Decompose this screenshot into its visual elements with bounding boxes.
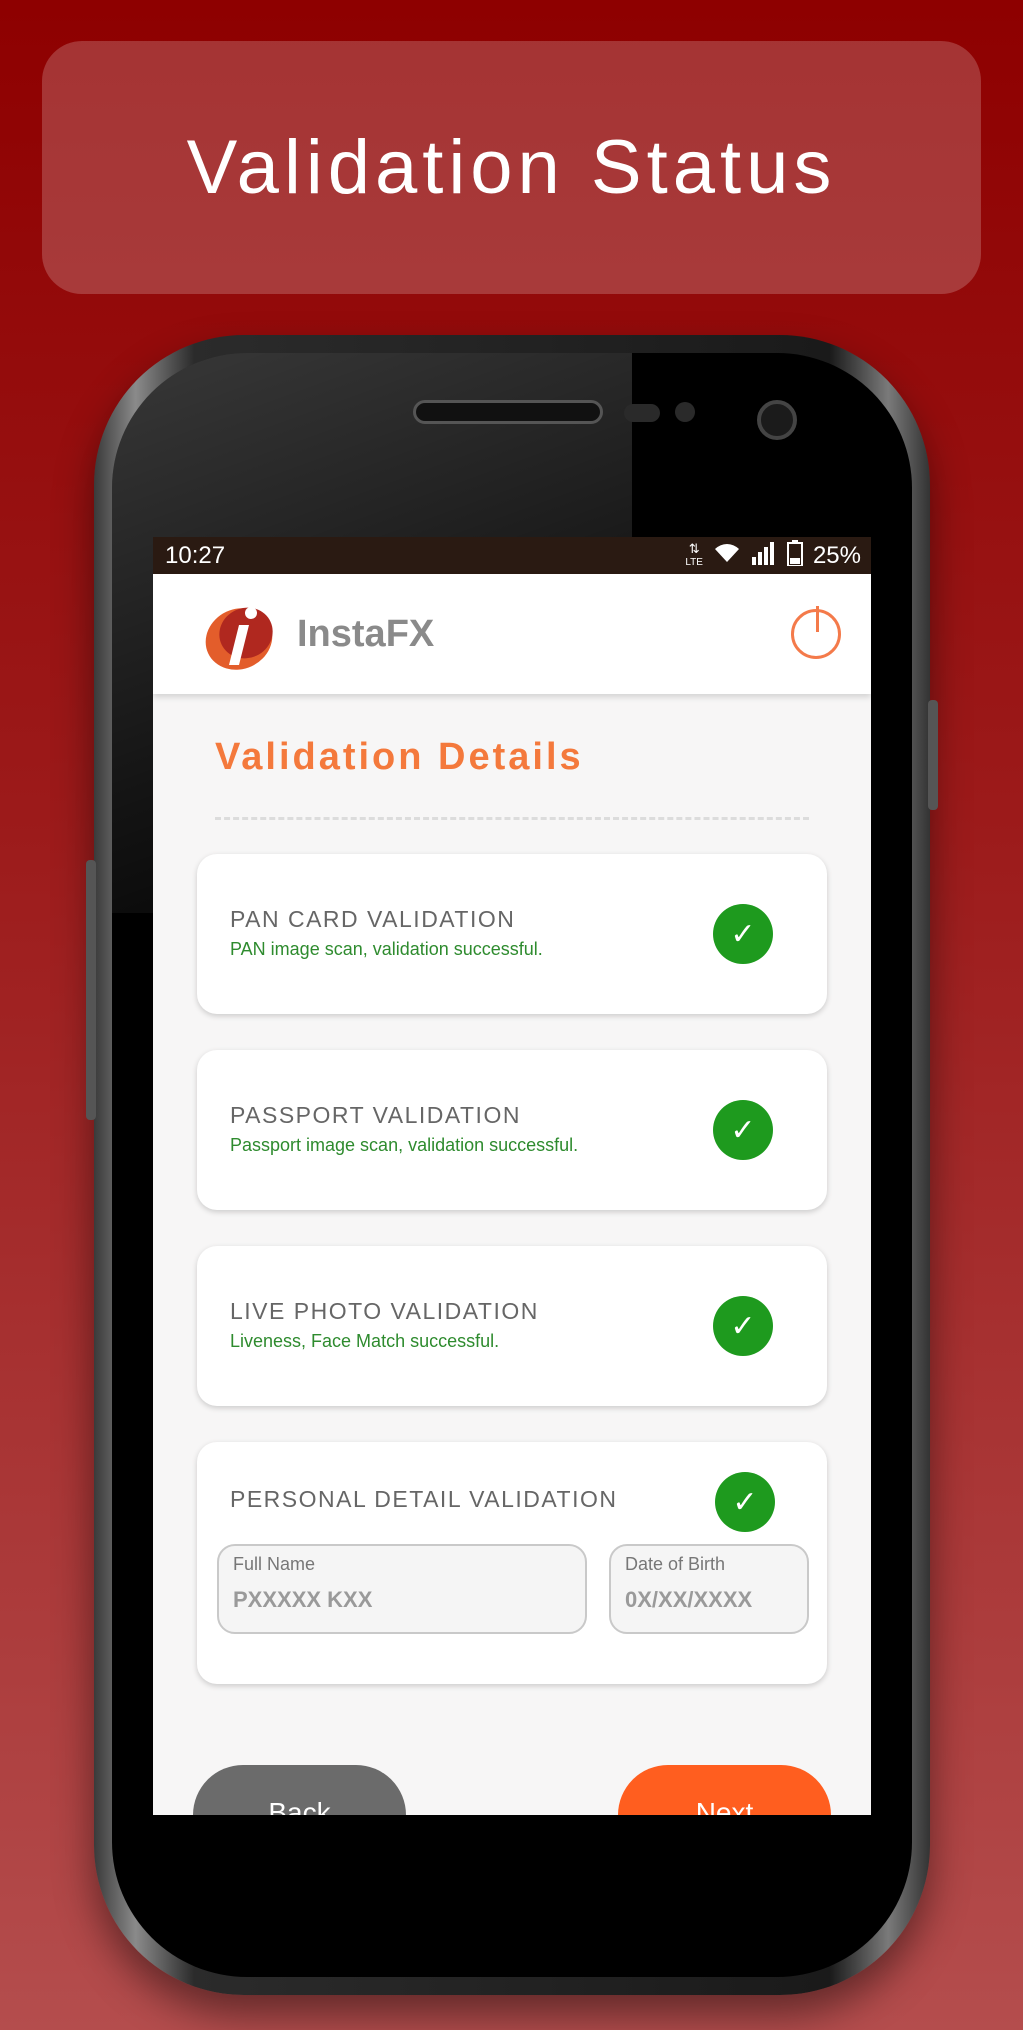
app-name: InstaFX: [297, 612, 435, 655]
battery-icon: [786, 539, 803, 572]
check-icon: ✓: [713, 1100, 773, 1160]
personal-detail-validation-card: PERSONAL DETAIL VALIDATION ✓ Full Name P…: [197, 1442, 827, 1684]
earpiece-speaker: [413, 400, 603, 424]
check-icon: ✓: [713, 1296, 773, 1356]
live-photo-validation-card: LIVE PHOTO VALIDATION Liveness, Face Mat…: [197, 1246, 827, 1406]
back-button[interactable]: Back: [193, 1765, 406, 1815]
card-subtitle: Passport image scan, validation successf…: [230, 1135, 579, 1155]
proximity-sensor: [624, 404, 660, 422]
battery-percent: 25%: [812, 541, 861, 569]
dob-label: Date of Birth: [625, 1554, 726, 1574]
instafx-logo-icon: [201, 595, 273, 673]
check-icon: ✓: [715, 1472, 775, 1532]
card-subtitle: PAN image scan, validation successful.: [230, 939, 543, 959]
card-subtitle: Liveness, Face Match successful.: [230, 1331, 500, 1351]
signal-icon: [751, 541, 777, 571]
logout-power-icon[interactable]: [791, 606, 841, 659]
banner-title: Validation Status: [186, 125, 837, 210]
card-title: LIVE PHOTO VALIDATION: [230, 1298, 539, 1324]
passport-validation-card: PASSPORT VALIDATION Passport image scan,…: [197, 1050, 827, 1210]
phone-screen: 10:27 ⇅ LTE 25% InstaFX Validation Detai…: [153, 537, 871, 1815]
wifi-icon: [713, 542, 741, 570]
date-of-birth-field[interactable]: Date of Birth 0X/XX/XXXX: [609, 1544, 809, 1634]
data-transfer-icon: ⇅ LTE: [685, 540, 703, 568]
status-bar: 10:27 ⇅ LTE 25%: [153, 537, 871, 574]
header-banner: Validation Status: [42, 41, 981, 294]
app-bar: InstaFX: [153, 574, 871, 694]
full-name-field[interactable]: Full Name PXXXXX KXX: [217, 1544, 587, 1634]
volume-button: [86, 860, 96, 1120]
check-icon: ✓: [713, 904, 773, 964]
section-divider: [215, 817, 809, 820]
card-title: PAN CARD VALIDATION: [230, 906, 516, 932]
section-title: Validation Details: [215, 736, 584, 778]
light-sensor: [675, 402, 695, 422]
status-time: 10:27: [165, 541, 226, 569]
card-title: PASSPORT VALIDATION: [230, 1102, 521, 1128]
card-title: PERSONAL DETAIL VALIDATION: [230, 1486, 618, 1512]
full-name-value: PXXXXX KXX: [233, 1587, 373, 1612]
pan-card-validation-card: PAN CARD VALIDATION PAN image scan, vali…: [197, 854, 827, 1014]
dob-value: 0X/XX/XXXX: [625, 1587, 753, 1612]
next-button[interactable]: Next: [618, 1765, 831, 1815]
full-name-label: Full Name: [233, 1554, 316, 1574]
front-camera: [757, 400, 797, 440]
power-side-button: [928, 700, 938, 810]
